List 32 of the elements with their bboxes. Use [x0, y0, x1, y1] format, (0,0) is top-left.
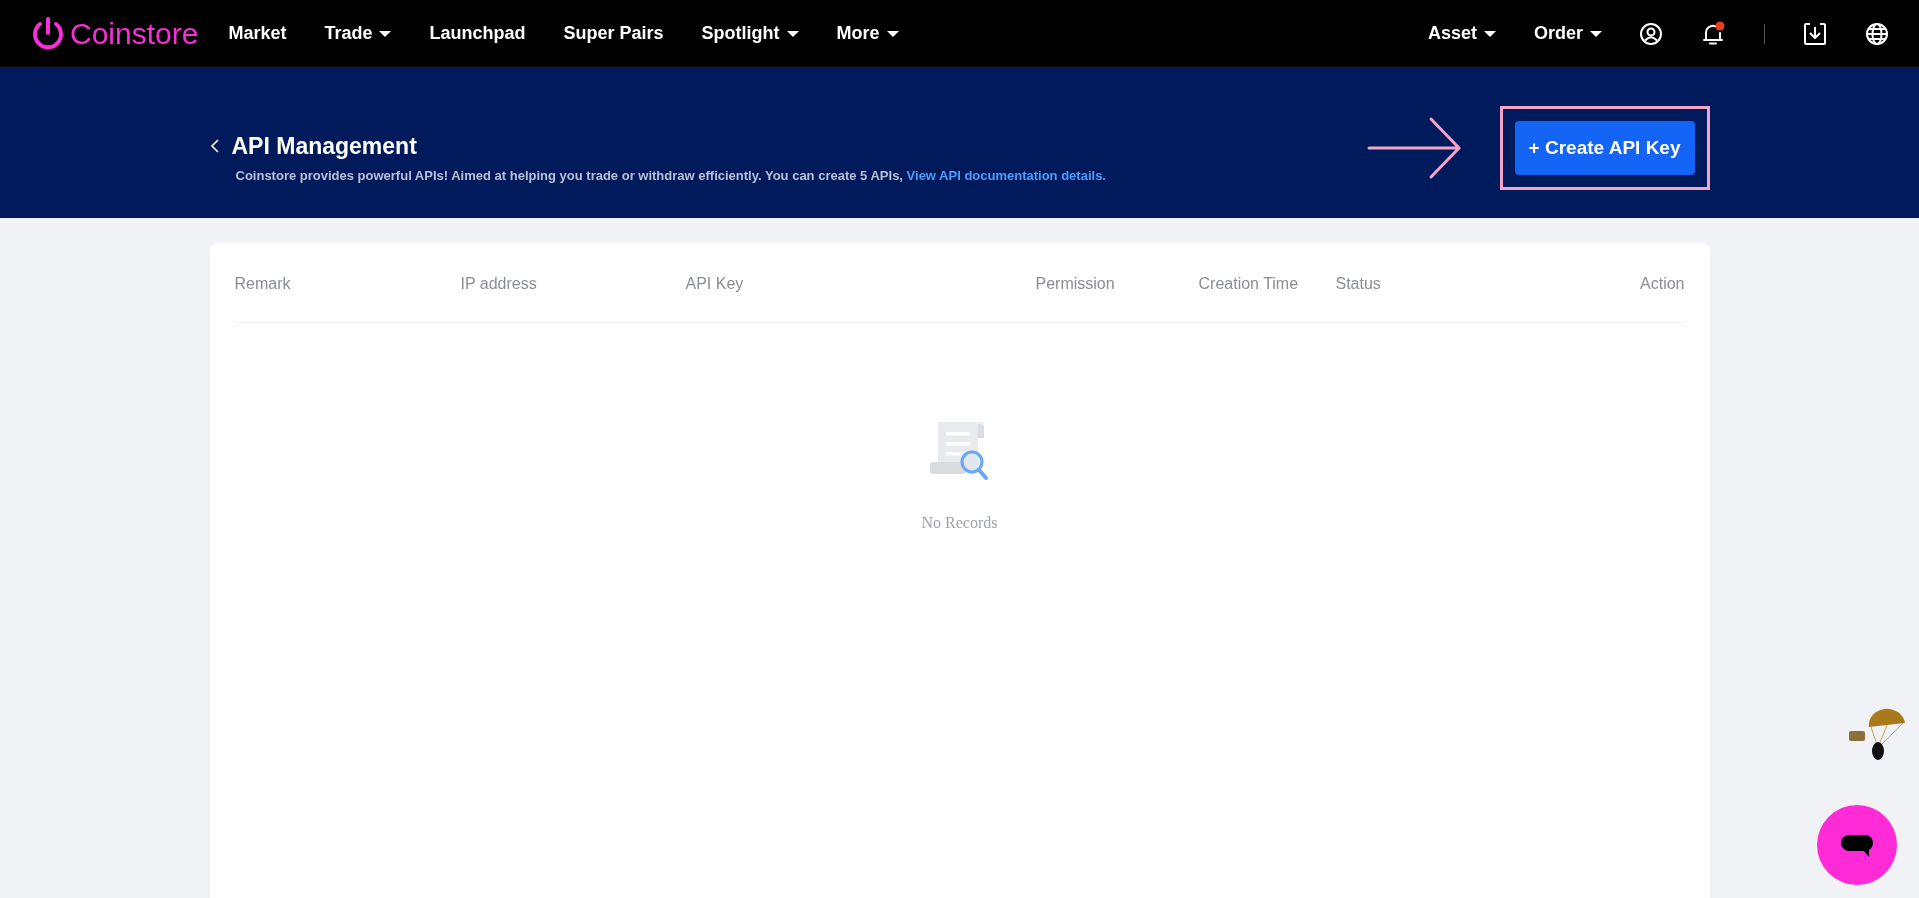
nav-link[interactable]: Trade [324, 23, 392, 44]
nav-link[interactable]: Super Pairs [563, 23, 664, 44]
globe-icon[interactable] [1865, 21, 1889, 46]
caret-icon [786, 30, 799, 37]
empty-state-text: No Records [921, 514, 998, 532]
back-chevron-icon[interactable] [209, 138, 220, 154]
page-title: API Management [231, 132, 417, 160]
documentation-link[interactable]: View API documentation details. [906, 167, 1106, 183]
create-api-key-button[interactable]: + Create API Key [1514, 120, 1695, 175]
power-logo-icon [30, 15, 66, 52]
column-header: IP address [460, 274, 538, 293]
column-header: Permission [1035, 274, 1116, 293]
nav-link[interactable]: Asset [1427, 23, 1496, 44]
user-icon[interactable] [1640, 22, 1662, 45]
nav-link[interactable]: Launchpad [429, 23, 526, 44]
nav-link[interactable]: Market [228, 23, 287, 44]
nav-link[interactable]: Order [1533, 23, 1602, 44]
column-header: API Key [685, 274, 745, 293]
nav-link[interactable]: Spotlight [701, 23, 799, 44]
caret-icon [886, 30, 899, 37]
column-header: Creation Time [1198, 274, 1300, 293]
column-header: Remark [234, 274, 292, 293]
column-header: Status [1335, 274, 1382, 293]
caret-icon [1590, 30, 1602, 37]
notification-bell-icon[interactable] [1700, 20, 1726, 47]
description-text: Coinstore provides powerful APIs! Aimed at helping you trade or withdraw efficiently. You can create 5 APIs, View API documentation details. [235, 167, 1106, 183]
logo-text[interactable]: Coinstore [70, 16, 199, 51]
download-icon[interactable] [1803, 21, 1827, 46]
column-header: Action [1640, 274, 1685, 293]
nav-link[interactable]: More [836, 23, 899, 44]
caret-icon [379, 30, 392, 37]
caret-icon [1483, 30, 1496, 37]
